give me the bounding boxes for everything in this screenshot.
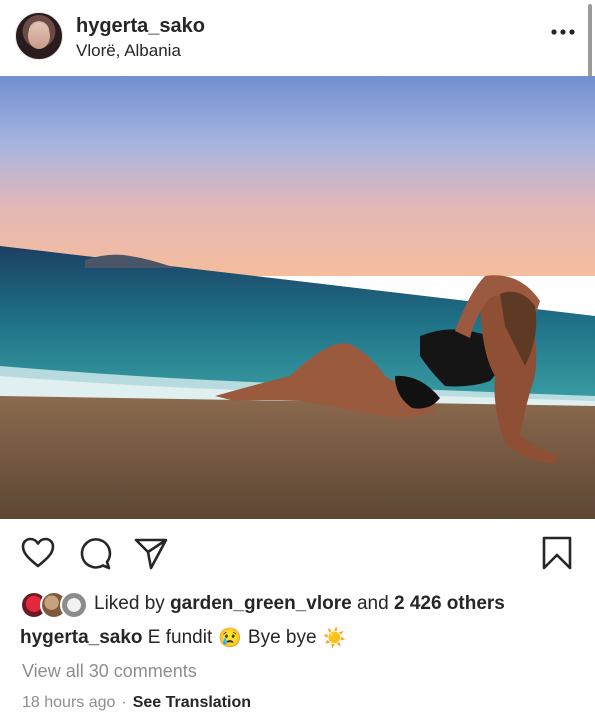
meta-separator: · [121, 694, 127, 711]
post-timestamp: 18 hours ago [22, 694, 116, 711]
likes-user-link[interactable]: garden_green_vlore [170, 593, 352, 615]
post-location[interactable]: Vlorë, Albania [76, 41, 181, 61]
caption: hygerta_sako E fundit 😢 Bye bye ☀️ [20, 626, 352, 650]
avatar[interactable] [15, 12, 63, 60]
more-horizontal-icon[interactable] [548, 22, 578, 42]
likes-prefix: Liked by [94, 593, 165, 614]
liker-avatar [60, 591, 88, 619]
liker-avatars[interactable] [20, 590, 90, 619]
likes-others-link[interactable]: 2 426 others [394, 593, 505, 615]
caption-text-2: Bye bye [247, 627, 317, 648]
post-photo[interactable] [0, 76, 595, 519]
heart-icon[interactable] [20, 535, 56, 571]
post-meta: 18 hours ago · See Translation [22, 694, 251, 712]
crying-emoji-icon: 😢 [218, 628, 242, 649]
caption-username[interactable]: hygerta_sako [20, 627, 143, 649]
see-translation-link[interactable]: See Translation [133, 694, 251, 711]
likes-row: Liked by garden_green_vlore and 2 426 ot… [20, 590, 505, 619]
comment-icon[interactable] [77, 535, 113, 571]
post-username[interactable]: hygerta_sako [76, 15, 205, 38]
sun-emoji-icon: ☀️ [322, 628, 347, 649]
bookmark-icon[interactable] [539, 535, 575, 571]
action-bar [0, 530, 595, 580]
caption-text-1: E fundit [147, 627, 213, 648]
share-icon[interactable] [133, 535, 169, 571]
post-header: hygerta_sako Vlorë, Albania [0, 0, 595, 92]
view-all-comments-link[interactable]: View all 30 comments [22, 661, 197, 682]
avatar-face [28, 23, 50, 49]
likes-and: and [356, 593, 389, 614]
